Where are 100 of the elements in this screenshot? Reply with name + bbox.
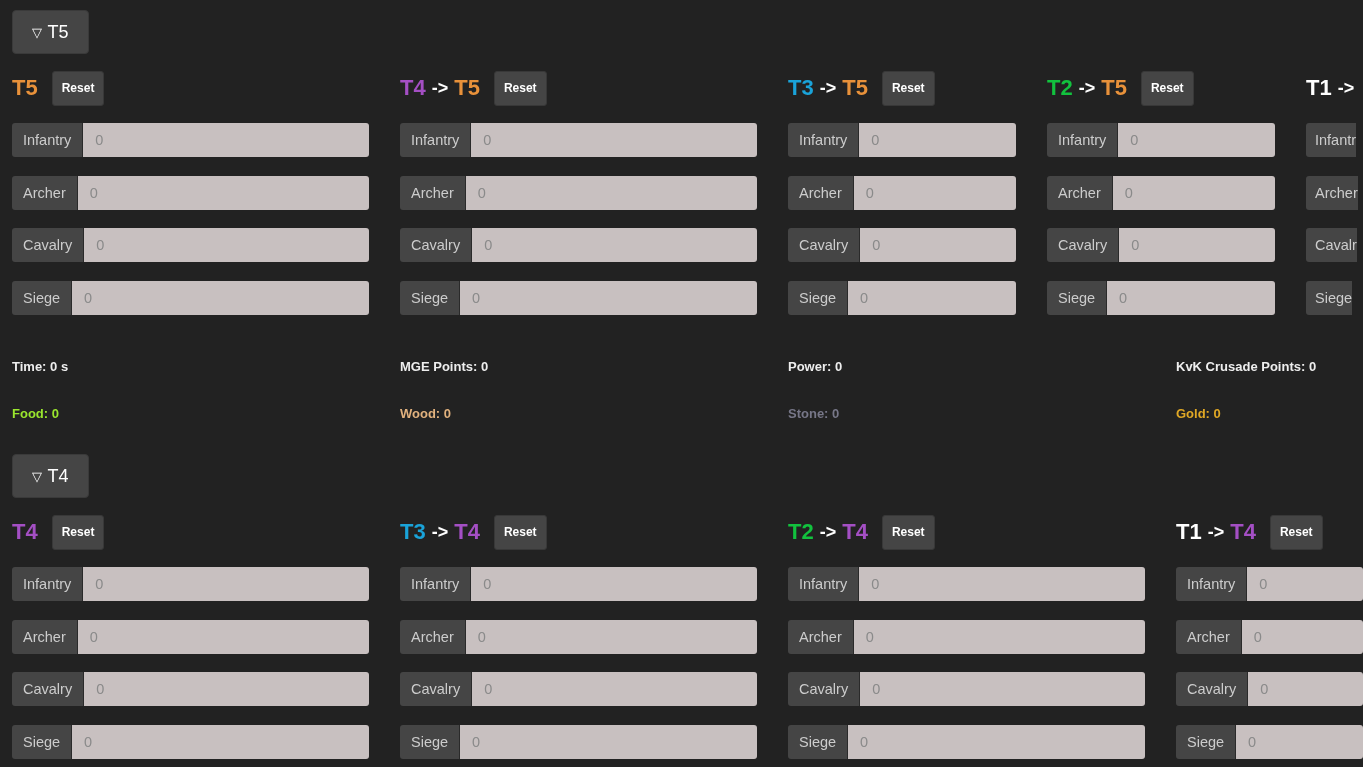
input-field[interactable]: 0 [1118,123,1275,157]
field-label: Siege [400,280,461,315]
tier-title: -> [1078,77,1096,99]
field-label: Archer [400,619,466,654]
tier-title: -> [431,521,449,543]
tier-title: T5 [12,75,38,101]
input-field[interactable]: 0 [77,619,369,654]
tier-title: T3 [788,75,814,101]
field-label: Infantry [400,123,472,157]
input-field[interactable]: 0 [1247,567,1363,601]
field-label: Cavalry [400,228,473,262]
field-label: Archer [12,175,78,210]
field-label: Archer [1047,175,1113,210]
tier-title: -> [1337,77,1355,99]
field-label: Infantry [1176,567,1248,601]
field-label: Siege [788,280,849,315]
tier-title: -> [819,521,837,543]
field-label: Cavalry [1176,672,1249,706]
input-field[interactable]: 0 [859,123,1016,157]
field-label: Infantry [1047,123,1119,157]
input-field[interactable]: 0 [84,672,369,706]
input-field[interactable]: 0 [1107,280,1275,315]
field-label: Siege [788,724,849,759]
reset-button[interactable]: Reset [51,70,105,106]
field-label: Infantry [788,567,860,601]
input-field[interactable]: 0 [848,280,1016,315]
field-label: Cavalry [788,228,861,262]
field-label: Cavalry [788,672,861,706]
tier-title: -> [431,77,449,99]
input-field[interactable]: 0 [848,724,1145,759]
field-label: Infantr [1306,123,1357,157]
tier-title: T4 [842,519,868,545]
input-field[interactable]: 0 [465,175,757,210]
input-field[interactable]: 0 [1236,724,1363,759]
reset-button[interactable]: Reset [1269,514,1323,550]
input-field[interactable]: 0 [860,672,1145,706]
field-label: Siege [1047,280,1108,315]
input-field[interactable]: 0 [471,123,757,157]
stat-text: Food: 0 [12,406,60,423]
toggle-label: T5 [47,21,69,43]
input-field[interactable]: 0 [77,175,369,210]
input-field[interactable]: 0 [72,280,369,315]
section-toggle-button[interactable]: ▽ T4 [12,454,89,498]
field-label: Siege [400,724,461,759]
triangle-icon: ▽ [32,468,43,484]
tier-title: -> [819,77,837,99]
toggle-label: T4 [47,465,69,487]
reset-button[interactable]: Reset [51,514,105,550]
tier-title: T5 [1101,75,1127,101]
field-label: Cavalry [1047,228,1120,262]
section-toggle-button[interactable]: ▽ T5 [12,10,89,54]
tier-title: T3 [400,519,426,545]
input-field[interactable]: 0 [84,228,369,262]
field-label: Siege [1176,724,1237,759]
reset-button[interactable]: Reset [881,514,935,550]
field-label: Infantry [400,567,472,601]
input-field[interactable]: 0 [472,228,757,262]
input-field[interactable]: 0 [859,567,1145,601]
tier-title: T4 [12,519,38,545]
field-label: Siege [1306,280,1353,315]
input-field[interactable]: 0 [472,672,757,706]
tier-title: T4 [400,75,426,101]
input-field[interactable]: 0 [83,123,369,157]
input-field[interactable]: 0 [853,619,1145,654]
input-field[interactable]: 0 [83,567,369,601]
reset-button[interactable]: Reset [493,70,547,106]
tier-title: T2 [788,519,814,545]
input-field[interactable]: 0 [1112,175,1275,210]
input-field[interactable]: 0 [460,280,757,315]
input-field[interactable]: 0 [460,724,757,759]
tier-title: T5 [454,75,480,101]
stat-text: Stone: 0 [788,406,841,423]
tier-title: -> [1207,521,1225,543]
field-label: Cavalry [12,672,85,706]
field-label: Archer [788,175,854,210]
stat-text: Wood: 0 [400,406,453,423]
stat-text: Time: 0 s [12,359,70,376]
stat-text: KvK Crusade Points: 0 [1176,359,1318,376]
field-label: Siege [12,280,73,315]
field-label: Archer [1176,619,1242,654]
field-label: Cavalr [1306,228,1357,262]
field-label: Cavalry [400,672,473,706]
input-field[interactable]: 0 [72,724,369,759]
input-field[interactable]: 0 [1241,619,1363,654]
tier-title: T4 [1230,519,1256,545]
tier-title: T1 [1176,519,1202,545]
input-field[interactable]: 0 [471,567,757,601]
field-label: Infantry [12,567,84,601]
input-field[interactable]: 0 [853,175,1016,210]
reset-button[interactable]: Reset [881,70,935,106]
stat-text: MGE Points: 0 [400,359,490,376]
input-field[interactable]: 0 [1119,228,1275,262]
input-field[interactable]: 0 [1248,672,1363,706]
field-label: Archer [12,619,78,654]
input-field[interactable]: 0 [860,228,1016,262]
field-label: Archer [1306,175,1358,210]
input-field[interactable]: 0 [465,619,757,654]
reset-button[interactable]: Reset [1140,70,1194,106]
reset-button[interactable]: Reset [493,514,547,550]
field-label: Infantry [12,123,84,157]
